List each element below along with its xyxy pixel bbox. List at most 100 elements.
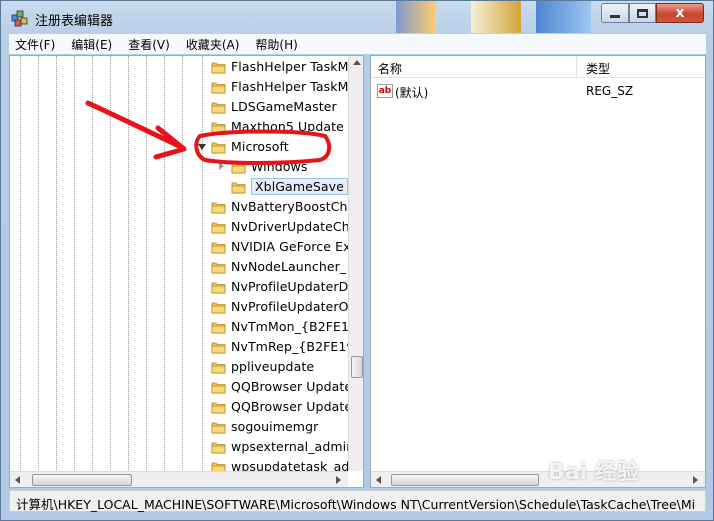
minimize-button[interactable]: [601, 3, 629, 23]
minimize-icon: [610, 15, 620, 18]
menu-favorites[interactable]: 收藏夹(A): [180, 36, 246, 53]
folder-icon: [211, 320, 226, 334]
menu-bar: 文件(F) 编辑(E) 查看(V) 收藏夹(A) 帮助(H): [9, 34, 706, 54]
tree-item[interactable]: NvDriverUpdateChe: [10, 217, 350, 237]
folder-icon: [211, 80, 226, 94]
tree-item-label: Windows: [251, 159, 308, 174]
values-horizontal-scroll-thumb[interactable]: [391, 474, 539, 486]
baidu-watermark: Bai 经验: [548, 460, 639, 485]
menu-view[interactable]: 查看(V): [122, 36, 176, 53]
value-type: REG_SZ: [586, 84, 634, 98]
folder-icon: [211, 200, 226, 214]
tree-item[interactable]: FlashHelper TaskMa: [10, 77, 350, 97]
regedit-app-icon: [11, 10, 28, 27]
tree-item-label: XblGameSave: [251, 178, 348, 195]
tree-item[interactable]: ppliveupdate: [10, 357, 350, 377]
value-row-default[interactable]: ab (默认) REG_SZ: [371, 82, 705, 100]
key-tree-pane[interactable]: FlashHelper TaskMa FlashHelper TaskMa LDSG…: [9, 55, 364, 488]
folder-icon: [211, 60, 226, 74]
folder-icon: [211, 380, 226, 394]
value-name: (默认): [395, 86, 429, 100]
tree-item[interactable]: Microsoft: [10, 137, 350, 157]
close-button[interactable]: x: [656, 3, 704, 23]
column-divider[interactable]: [576, 56, 577, 78]
scroll-up-icon[interactable]: [353, 60, 361, 65]
tree-item[interactable]: sogouimemgr: [10, 417, 350, 437]
folder-icon: [211, 280, 226, 294]
tree-item-label: sogouimemgr: [231, 419, 319, 434]
string-value-icon: ab: [377, 84, 393, 98]
tree-item-label: NvDriverUpdateChe: [231, 219, 349, 234]
tree-item-label: ppliveupdate: [231, 359, 315, 374]
tree-item-label: NvProfileUpdaterDa: [231, 279, 349, 294]
tree-item-label: NvTmRep_{B2FE195: [231, 339, 349, 354]
scroll-right-icon[interactable]: [336, 476, 341, 484]
tree-item[interactable]: NvTmMon_{B2FE195: [10, 317, 350, 337]
scroll-left-icon[interactable]: [15, 476, 20, 484]
background-strip: [471, 1, 521, 33]
folder-icon: [211, 400, 226, 414]
folder-icon: [231, 180, 246, 194]
tree-item-label: NvTmMon_{B2FE195: [231, 319, 349, 334]
folder-icon: [211, 260, 226, 274]
tree-item[interactable]: NvTmRep_{B2FE195: [10, 337, 350, 357]
values-horizontal-scrollbar[interactable]: [371, 471, 705, 487]
tree-item[interactable]: NvBatteryBoostChec: [10, 197, 350, 217]
tree-item[interactable]: QQBrowser Update: [10, 397, 350, 417]
column-type-header[interactable]: 类型: [586, 60, 610, 77]
collapse-arrow-icon[interactable]: [219, 162, 224, 170]
tree-item-label: NvNodeLauncher_{B: [231, 259, 349, 274]
tree-item[interactable]: XblGameSave: [10, 177, 350, 197]
background-strip: [396, 1, 436, 33]
tree-item[interactable]: NVIDIA GeForce Exp: [10, 237, 350, 257]
tree-item-label: QQBrowser Update: [231, 399, 349, 414]
menu-file[interactable]: 文件(F): [9, 36, 61, 53]
menu-edit[interactable]: 编辑(E): [65, 36, 118, 53]
tree-item[interactable]: QQBrowser Update: [10, 377, 350, 397]
menu-help[interactable]: 帮助(H): [249, 36, 303, 53]
tree-vertical-scrollbar[interactable]: [348, 56, 363, 471]
values-pane[interactable]: 名称 类型 ab (默认) REG_SZ: [370, 55, 706, 488]
maximize-icon: [637, 8, 648, 18]
folder-icon: [211, 340, 226, 354]
tree-item-label: wpsexternal_adminis: [231, 439, 349, 454]
expand-arrow-icon[interactable]: [198, 144, 206, 150]
tree-item[interactable]: wpsexternal_adminis: [10, 437, 350, 457]
tree-item-label: Maxthon5 Update: [231, 119, 344, 134]
maximize-button[interactable]: [629, 3, 656, 23]
folder-icon: [211, 240, 226, 254]
folder-icon: [211, 420, 226, 434]
tree-item-label: QQBrowser Update: [231, 379, 349, 394]
tree-item[interactable]: NvProfileUpdaterDa: [10, 277, 350, 297]
close-icon: x: [675, 5, 685, 21]
tree-horizontal-scrollbar[interactable]: [10, 471, 348, 487]
tree-item[interactable]: NvProfileUpdaterOr: [10, 297, 350, 317]
tree-item[interactable]: NvNodeLauncher_{B: [10, 257, 350, 277]
tree-vertical-scroll-thumb[interactable]: [351, 356, 363, 378]
folder-icon: [211, 220, 226, 234]
tree-horizontal-scroll-thumb[interactable]: [32, 474, 132, 486]
status-path: 计算机\HKEY_LOCAL_MACHINE\SOFTWARE\Microsof…: [16, 497, 696, 512]
column-name-header[interactable]: 名称: [378, 60, 402, 77]
folder-icon: [211, 120, 226, 134]
folder-icon: [231, 160, 246, 174]
folder-icon: [211, 300, 226, 314]
scroll-left-icon[interactable]: [376, 476, 381, 484]
tree-item-label: Microsoft: [231, 139, 289, 154]
window-title: 注册表编辑器: [35, 14, 114, 29]
tree-item[interactable]: Maxthon5 Update: [10, 117, 350, 137]
tree-item-label: NvProfileUpdaterOr: [231, 299, 349, 314]
tree-item-label: NvBatteryBoostChec: [231, 199, 349, 214]
tree-item[interactable]: Windows: [10, 157, 350, 177]
scroll-right-icon[interactable]: [693, 476, 698, 484]
tree-item-label: LDSGameMaster: [231, 99, 337, 114]
title-bar[interactable]: 注册表编辑器 x: [1, 1, 713, 33]
regedit-window: 注册表编辑器 x 文件(F) 编辑(E) 查看(V) 收藏夹(A) 帮助(H) …: [0, 0, 714, 521]
tree-item-label: FlashHelper TaskMa: [231, 79, 349, 94]
values-column-header: 名称 类型: [371, 56, 705, 78]
tree-item[interactable]: LDSGameMaster: [10, 97, 350, 117]
folder-icon: [211, 140, 226, 154]
tree-item[interactable]: FlashHelper TaskMa: [10, 57, 350, 77]
folder-icon: [211, 440, 226, 454]
folder-icon: [211, 100, 226, 114]
